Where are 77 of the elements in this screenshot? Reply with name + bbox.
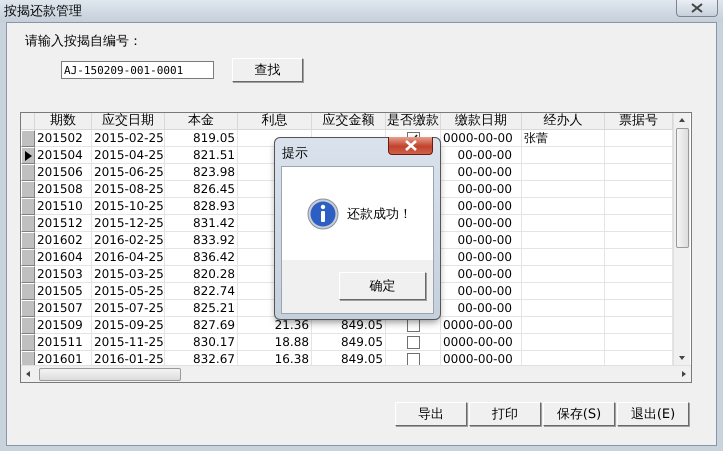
table-cell: 201511	[35, 334, 92, 351]
checkbox[interactable]	[406, 352, 420, 365]
table-cell: 819.05	[165, 130, 238, 147]
table-cell: 2015-08-25	[92, 181, 165, 198]
table-cell: 822.74	[165, 283, 238, 300]
table-cell: 张蕾	[522, 130, 605, 147]
row-header[interactable]	[21, 147, 35, 164]
table-cell: 836.42	[165, 249, 238, 266]
table-cell: 820.28	[165, 266, 238, 283]
close-icon	[404, 140, 418, 151]
table-cell: 0000-00-00	[441, 334, 522, 351]
table-cell: 2015-07-25	[92, 300, 165, 317]
column-header: 期数	[35, 113, 92, 130]
field-label: 请输入按揭自编号：	[25, 33, 142, 50]
table-cell: 821.51	[165, 147, 238, 164]
dialog-message: 还款成功！	[347, 206, 412, 222]
dialog-title: 提示	[282, 145, 308, 162]
table-cell: 2015-06-25	[92, 164, 165, 181]
table-cell: 826.45	[165, 181, 238, 198]
table-cell: 827.69	[165, 317, 238, 334]
scrollbar-thumb[interactable]	[39, 368, 181, 380]
find-button[interactable]: 查找	[232, 58, 303, 82]
column-header: 利息	[238, 113, 312, 130]
table-cell: 201502	[35, 130, 92, 147]
table-cell: 823.98	[165, 164, 238, 181]
table-cell: 2016-02-25	[92, 232, 165, 249]
column-header: 票据号	[605, 113, 673, 130]
table-cell: 2015-02-25	[92, 130, 165, 147]
action-button[interactable]: 导出	[395, 402, 467, 426]
table-cell: 201512	[35, 215, 92, 232]
close-button[interactable]	[388, 137, 433, 155]
table-cell: 2015-09-25	[92, 317, 165, 334]
table-cell: 2015-11-25	[92, 334, 165, 351]
table-cell: 201504	[35, 147, 92, 164]
column-header: 本金	[165, 113, 238, 130]
info-icon	[307, 198, 339, 230]
table-cell: 201509	[35, 317, 92, 334]
action-button[interactable]: 保存(S)	[543, 402, 615, 426]
column-header: 应交金额	[312, 113, 386, 130]
table-cell: 201602	[35, 232, 92, 249]
table-cell: 849.05	[312, 334, 386, 351]
action-button[interactable]: 退出(E)	[617, 402, 689, 426]
column-header: 经办人	[522, 113, 605, 130]
table-cell: 830.17	[165, 334, 238, 351]
checkbox[interactable]	[406, 336, 420, 348]
window-title: 按揭还款管理	[3, 3, 82, 20]
column-header: 是否缴款	[386, 113, 441, 130]
column-header: 应交日期	[92, 113, 165, 130]
table-cell: 201604	[35, 249, 92, 266]
action-button[interactable]: 打印	[469, 402, 541, 426]
table-cell: 201507	[35, 300, 92, 317]
scrollbar-thumb[interactable]	[676, 128, 688, 248]
table-cell: 2015-05-25	[92, 283, 165, 300]
table-cell: 201503	[35, 266, 92, 283]
table-cell: 201505	[35, 283, 92, 300]
table-cell: 2015-04-25	[92, 147, 165, 164]
table-cell: 831.42	[165, 215, 238, 232]
table-cell: 2016-04-25	[92, 249, 165, 266]
input-field[interactable]: AJ-150209-001-0001	[61, 61, 214, 79]
table-cell: 18.88	[238, 334, 312, 351]
header-corner	[21, 113, 35, 130]
table-cell: 833.92	[165, 232, 238, 249]
table-cell: 0000-00-00	[441, 130, 522, 147]
table-cell: 201510	[35, 198, 92, 215]
table-cell: 825.21	[165, 300, 238, 317]
ok-button[interactable]: 确定	[339, 272, 426, 300]
close-icon	[691, 3, 703, 13]
table-cell: 2015-12-25	[92, 215, 165, 232]
table-cell: 2015-03-25	[92, 266, 165, 283]
table-cell: 828.93	[165, 198, 238, 215]
table-cell: 201506	[35, 164, 92, 181]
close-button[interactable]	[676, 0, 718, 17]
table-cell: 201508	[35, 181, 92, 198]
table-cell: 2015-10-25	[92, 198, 165, 215]
table-cell: 0000-00-00	[441, 317, 522, 334]
row-pointer-icon	[24, 150, 32, 160]
column-header: 缴款日期	[441, 113, 522, 130]
